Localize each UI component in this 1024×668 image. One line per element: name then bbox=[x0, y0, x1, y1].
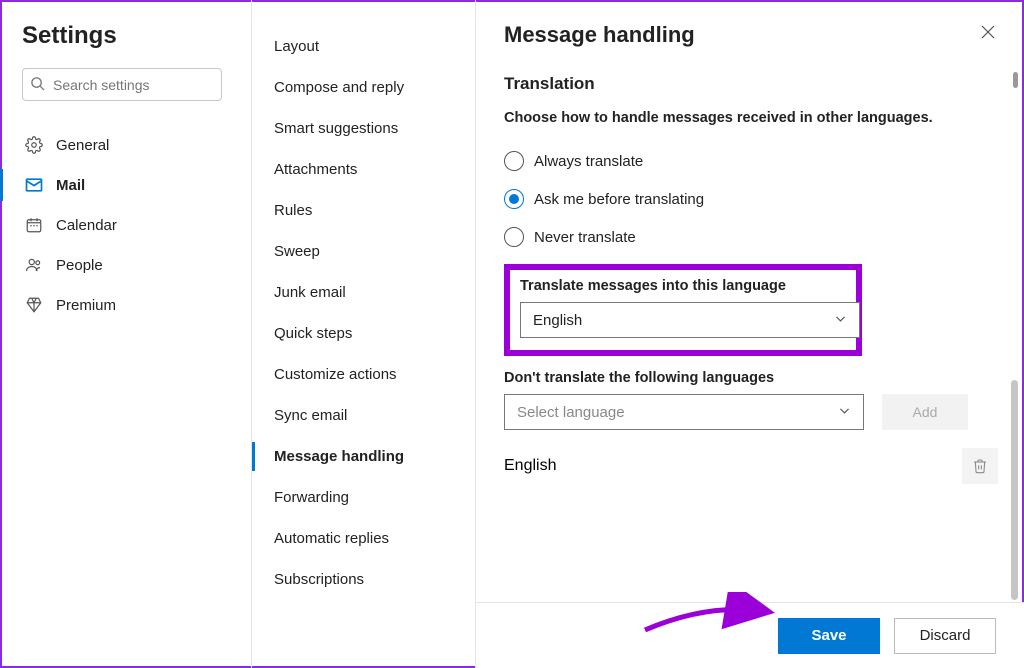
subnav-sweep[interactable]: Sweep bbox=[252, 231, 475, 272]
nav-label: General bbox=[56, 137, 109, 154]
gear-icon bbox=[24, 135, 44, 155]
subnav-smart-suggestions[interactable]: Smart suggestions bbox=[252, 108, 475, 149]
search-wrap bbox=[22, 68, 235, 101]
translation-description: Choose how to handle messages received i… bbox=[504, 110, 996, 126]
nav-item-calendar[interactable]: Calendar bbox=[22, 205, 235, 245]
chevron-down-icon bbox=[834, 312, 847, 329]
translate-into-highlight: Translate messages into this language En… bbox=[504, 264, 862, 356]
premium-icon bbox=[24, 295, 44, 315]
radio-icon bbox=[504, 227, 524, 247]
subnav-quick-steps[interactable]: Quick steps bbox=[252, 313, 475, 354]
select-placeholder: Select language bbox=[517, 404, 625, 421]
subnav-forwarding[interactable]: Forwarding bbox=[252, 477, 475, 518]
excluded-language-name: English bbox=[504, 457, 556, 475]
subnav-rules[interactable]: Rules bbox=[252, 190, 475, 231]
select-value: English bbox=[533, 312, 582, 329]
scrollbar-top[interactable] bbox=[1013, 72, 1018, 88]
subnav-customize-actions[interactable]: Customize actions bbox=[252, 354, 475, 395]
save-button[interactable]: Save bbox=[778, 618, 880, 654]
translate-into-label: Translate messages into this language bbox=[520, 278, 846, 294]
delete-language-button[interactable] bbox=[962, 448, 998, 484]
dont-translate-label: Don't translate the following languages bbox=[504, 370, 996, 386]
discard-button[interactable]: Discard bbox=[894, 618, 996, 654]
radio-ask-before[interactable]: Ask me before translating bbox=[504, 180, 996, 218]
translation-heading: Translation bbox=[504, 74, 996, 94]
subnav-automatic-replies[interactable]: Automatic replies bbox=[252, 518, 475, 559]
nav-item-premium[interactable]: Premium bbox=[22, 285, 235, 325]
nav-item-people[interactable]: People bbox=[22, 245, 235, 285]
radio-always-translate[interactable]: Always translate bbox=[504, 142, 996, 180]
subnav-junk-email[interactable]: Junk email bbox=[252, 272, 475, 313]
subnav-subscriptions[interactable]: Subscriptions bbox=[252, 559, 475, 600]
settings-sidebar: Settings General Mail Calendar People Pr… bbox=[0, 0, 252, 668]
subnav-layout[interactable]: Layout bbox=[252, 26, 475, 67]
radio-icon bbox=[504, 189, 524, 209]
close-button[interactable] bbox=[980, 24, 996, 45]
nav-list: General Mail Calendar People Premium bbox=[22, 125, 235, 325]
footer-bar: Save Discard bbox=[476, 602, 1024, 668]
nav-item-general[interactable]: General bbox=[22, 125, 235, 165]
nav-label: People bbox=[56, 257, 103, 274]
translate-into-select[interactable]: English bbox=[520, 302, 860, 338]
subnav-attachments[interactable]: Attachments bbox=[252, 149, 475, 190]
radio-never-translate[interactable]: Never translate bbox=[504, 218, 996, 256]
subnav-compose-reply[interactable]: Compose and reply bbox=[252, 67, 475, 108]
add-button: Add bbox=[882, 394, 968, 430]
people-icon bbox=[24, 255, 44, 275]
subnav-sync-email[interactable]: Sync email bbox=[252, 395, 475, 436]
nav-item-mail[interactable]: Mail bbox=[22, 165, 235, 205]
search-icon bbox=[30, 76, 45, 96]
scrollbar-main[interactable] bbox=[1011, 380, 1018, 600]
settings-title: Settings bbox=[22, 22, 235, 50]
dont-translate-row: Select language Add bbox=[504, 394, 996, 430]
nav-label: Premium bbox=[56, 297, 116, 314]
settings-subnav: Layout Compose and reply Smart suggestio… bbox=[252, 0, 476, 668]
settings-content: Message handling Translation Choose how … bbox=[476, 0, 1024, 668]
content-title: Message handling bbox=[504, 22, 996, 48]
mail-icon bbox=[24, 175, 44, 195]
radio-icon bbox=[504, 151, 524, 171]
chevron-down-icon bbox=[838, 404, 851, 421]
subnav-list: Layout Compose and reply Smart suggestio… bbox=[252, 26, 475, 600]
dont-translate-select[interactable]: Select language bbox=[504, 394, 864, 430]
search-input[interactable] bbox=[22, 68, 222, 101]
radio-label: Never translate bbox=[534, 229, 636, 246]
subnav-message-handling[interactable]: Message handling bbox=[252, 436, 475, 477]
nav-label: Calendar bbox=[56, 217, 117, 234]
radio-label: Always translate bbox=[534, 153, 643, 170]
radio-label: Ask me before translating bbox=[534, 191, 704, 208]
nav-label: Mail bbox=[56, 177, 85, 194]
excluded-language-row: English bbox=[504, 448, 998, 484]
calendar-icon bbox=[24, 215, 44, 235]
